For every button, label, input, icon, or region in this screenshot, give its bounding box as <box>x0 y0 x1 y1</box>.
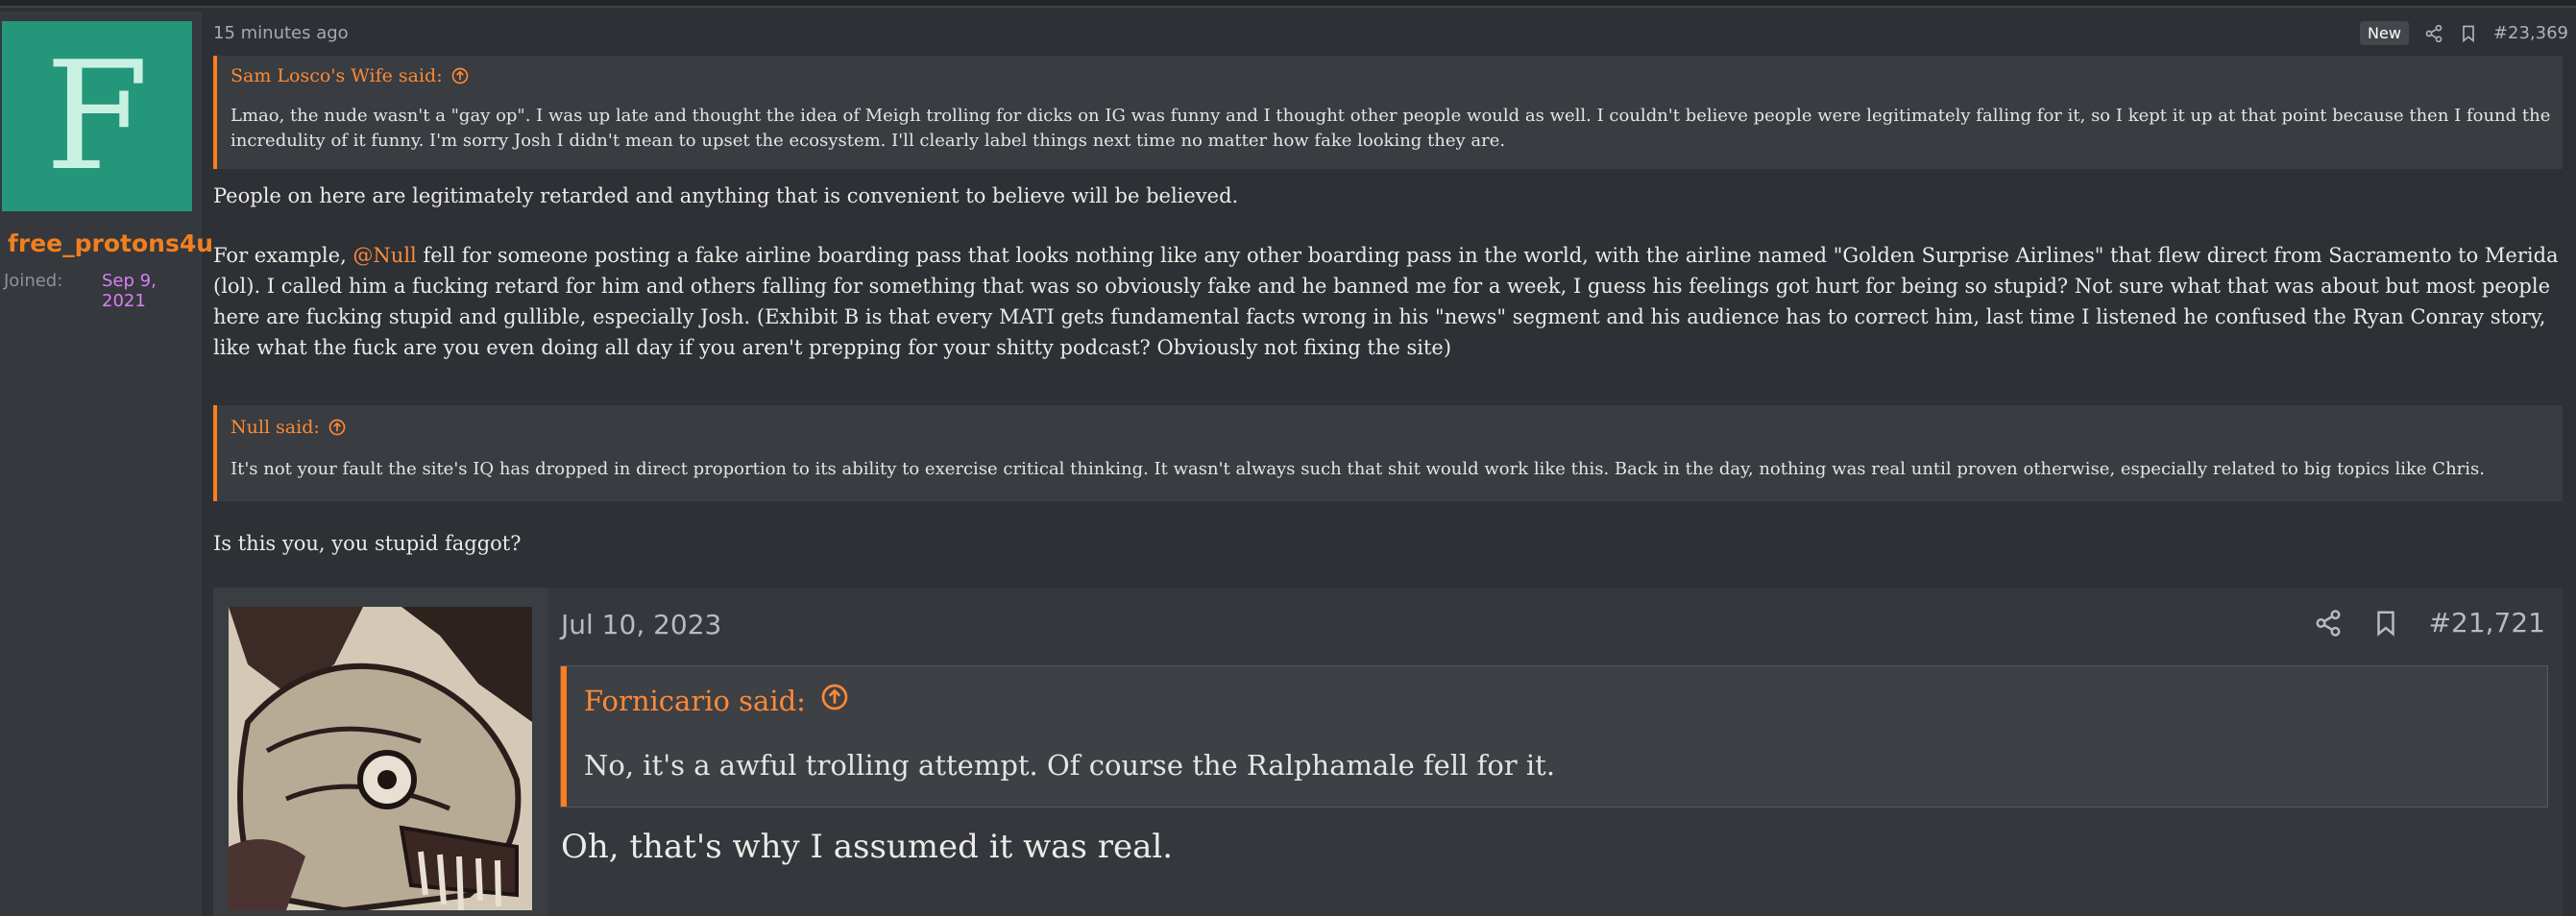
arrow-up-circle-icon[interactable] <box>328 418 347 437</box>
top-border <box>0 0 2576 8</box>
quote-text: It's not your fault the site's IQ has dr… <box>231 459 2485 479</box>
quote-author[interactable]: Null said: <box>231 417 320 438</box>
embedded-post-date: Jul 10, 2023 <box>561 609 722 640</box>
post-paragraph: People on here are legitimately retarded… <box>213 184 1239 207</box>
embedded-quote-text: No, it's a awful trolling attempt. Of co… <box>584 749 1556 782</box>
quote-header[interactable]: Sam Losco's Wife said: <box>231 65 470 86</box>
quote-header[interactable]: Null said: <box>231 417 347 438</box>
share-icon <box>2314 609 2343 638</box>
joined-date: Sep 9, 2021 <box>102 271 157 311</box>
user-info-column: F free_protons4u Joined: Sep 9, 2021 <box>0 12 213 916</box>
embedded-post-screenshot: Jul 10, 2023 #21,721 Fornicario said: No… <box>213 588 2563 916</box>
message: 15 minutes ago New #23,369 Sam Losco's W… <box>213 12 2570 916</box>
embedded-avatar-image <box>229 607 532 910</box>
paragraph-text: For example, <box>213 244 353 267</box>
arrow-up-circle-icon[interactable] <box>450 66 470 85</box>
avatar[interactable]: F <box>2 21 192 211</box>
quote-block: Sam Losco's Wife said: Lmao, the nude wa… <box>213 56 2563 169</box>
bookmark-icon[interactable] <box>2459 24 2478 43</box>
share-icon[interactable] <box>2424 24 2443 43</box>
embedded-quote-header: Fornicario said: <box>584 682 850 719</box>
arrow-up-circle-icon <box>819 682 850 719</box>
embedded-quote-author: Fornicario said: <box>584 684 806 717</box>
username-link[interactable]: free_protons4u <box>8 229 213 257</box>
post-number-link[interactable]: #23,369 <box>2493 23 2568 43</box>
post-actions: New #23,369 <box>2360 21 2568 45</box>
joined-label: Joined: <box>4 271 63 291</box>
embedded-quote-block: Fornicario said: No, it's a awful trolli… <box>560 665 2548 808</box>
new-badge: New <box>2360 21 2409 45</box>
embedded-reply-text: Oh, that's why I assumed it was real. <box>561 828 1174 866</box>
embedded-post-actions: #21,721 <box>2314 607 2545 639</box>
embedded-post-body: Jul 10, 2023 #21,721 Fornicario said: No… <box>547 588 2563 916</box>
post-time[interactable]: 15 minutes ago <box>213 23 349 43</box>
bookmark-icon <box>2371 609 2400 638</box>
post-paragraph: For example, @Null fell for someone post… <box>213 240 2566 363</box>
quote-author[interactable]: Sam Losco's Wife said: <box>231 65 443 86</box>
user-mention-link[interactable]: @Null <box>352 244 416 267</box>
paragraph-text: fell for someone posting a fake airline … <box>213 244 2559 359</box>
post-paragraph: Is this you, you stupid faggot? <box>213 532 522 555</box>
embedded-post-number: #21,721 <box>2428 607 2545 639</box>
quote-text: Lmao, the nude wasn't a "gay op". I was … <box>231 106 2551 151</box>
quote-block: Null said: It's not your fault the site'… <box>213 405 2563 501</box>
